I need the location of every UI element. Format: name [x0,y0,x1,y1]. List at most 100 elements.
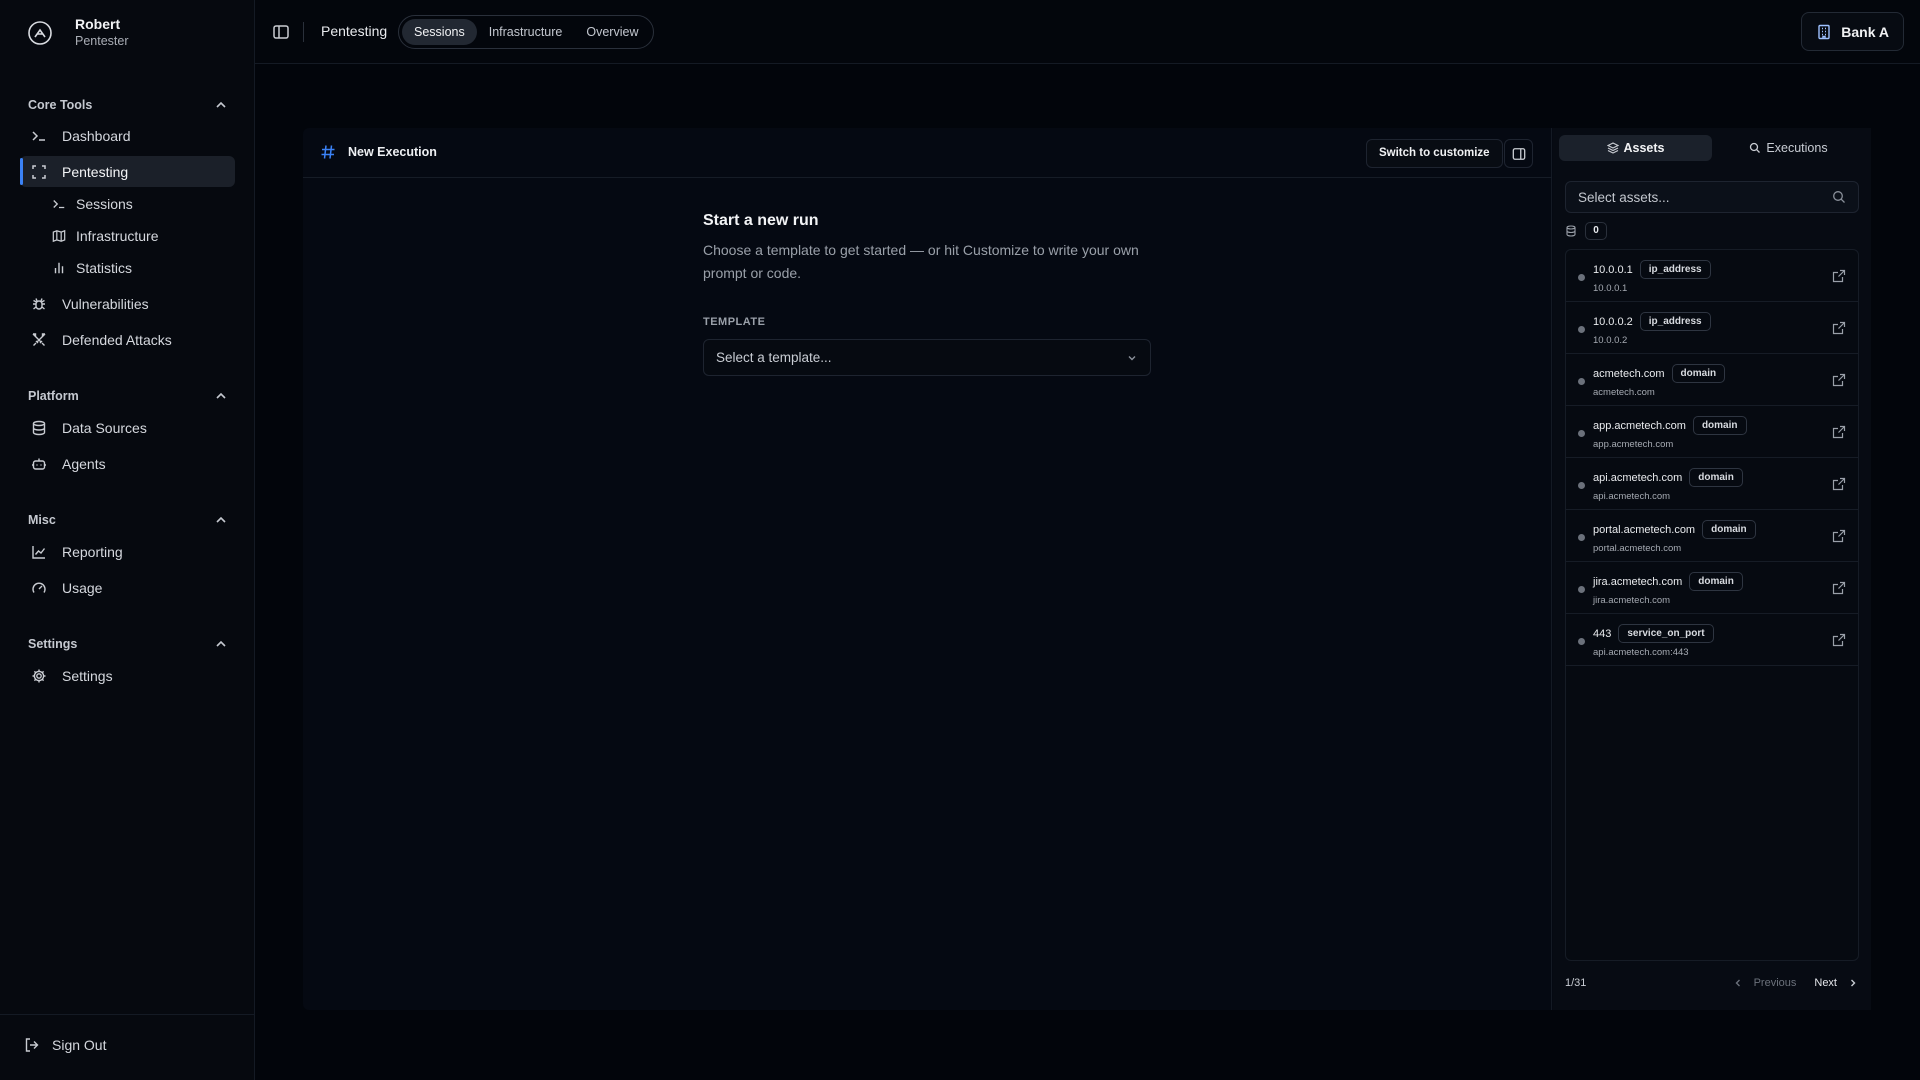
sidebar-item-pentesting[interactable]: Pentesting [20,156,235,187]
external-link-icon[interactable] [1832,425,1846,439]
list-item[interactable]: jira.acmetech.com domain jira.acmetech.co… [1566,562,1858,614]
chevron-up-icon [214,513,228,527]
previous-page-button[interactable]: Previous [1732,977,1796,989]
section-title: Misc [28,513,56,527]
asset-name: app.acmetech.com [1593,419,1686,432]
sidebar: Robert Pentester Core Tools Dashboard Pe… [0,0,255,1080]
switch-to-customize-button[interactable]: Switch to customize [1366,139,1503,168]
user-name: Robert [75,16,121,32]
layers-icon [1606,142,1619,154]
external-link-icon[interactable] [1832,321,1846,335]
list-item[interactable]: api.acmetech.com domain api.acmetech.com [1566,458,1858,510]
divider [303,22,304,42]
start-run-intro: Start a new run Choose a template to get… [703,212,1163,285]
sidebar-item-vulnerabilities[interactable]: Vulnerabilities [20,288,235,319]
status-dot [1578,274,1585,281]
external-link-icon[interactable] [1832,373,1846,387]
database-icon [31,420,47,436]
asset-list: 10.0.0.1 ip_address 10.0.0.1 10.0.0.2 ip_a… [1565,249,1859,961]
section-misc[interactable]: Misc [28,510,228,530]
divider [0,1014,255,1015]
asset-value: api.acmetech.com:443 [1593,647,1689,658]
sidebar-item-data-sources[interactable]: Data Sources [20,412,235,443]
tab-overview[interactable]: Overview [574,19,650,45]
tab-infrastructure[interactable]: Infrastructure [477,19,575,45]
status-dot [1578,378,1585,385]
external-link-icon[interactable] [1832,633,1846,647]
asset-name: portal.acmetech.com [1593,523,1696,536]
asset-name: api.acmetech.com [1593,471,1683,484]
external-link-icon[interactable] [1832,477,1846,491]
list-item[interactable]: portal.acmetech.com domain portal.acmetec… [1566,510,1858,562]
search-icon [1749,142,1761,154]
asset-value: 10.0.0.2 [1593,335,1628,346]
list-item[interactable]: app.acmetech.com domain app.acmetech.com [1566,406,1858,458]
panel-right-icon [1512,147,1526,161]
list-item[interactable]: 443 service_on_port api.acmetech.com:443 [1566,614,1858,666]
hash-icon [320,144,336,160]
chevron-down-icon [1126,352,1138,364]
tab-sessions[interactable]: Sessions [402,19,477,45]
chevron-right-icon [1847,977,1859,989]
asset-value: jira.acmetech.com [1593,595,1671,606]
asset-name: jira.acmetech.com [1593,575,1683,588]
sign-out-label: Sign Out [52,1037,107,1053]
asset-type-badge: domain [1692,416,1747,435]
section-title: Platform [28,389,79,403]
start-run-description: Choose a template to get started — or hi… [703,242,1139,281]
external-link-icon[interactable] [1832,581,1846,595]
asset-type-badge: service_on_port [1618,624,1714,643]
template-placeholder: Select a template... [716,350,832,365]
log-out-icon [24,1037,40,1053]
organization-switcher[interactable]: Bank A [1801,12,1904,51]
chevron-left-icon [1732,977,1744,989]
tab-assets[interactable]: Assets [1559,135,1712,161]
section-platform[interactable]: Platform [28,386,228,406]
sidebar-item-label: Data Sources [62,419,147,436]
template-select[interactable]: Select a template... [703,339,1151,376]
pagination: 1/31 Previous Next [1565,974,1859,992]
sidebar-item-settings[interactable]: Settings [20,660,235,691]
line-chart-icon [31,544,47,560]
sidebar-item-usage[interactable]: Usage [20,572,235,603]
asset-search-input[interactable] [1578,189,1832,205]
asset-type-badge: ip_address [1639,260,1711,279]
asset-name: 10.0.0.1 [1593,263,1633,276]
sidebar-item-dashboard[interactable]: Dashboard [20,120,235,151]
sidebar-item-reporting[interactable]: Reporting [20,536,235,567]
external-link-icon[interactable] [1832,529,1846,543]
list-item[interactable]: acmetech.com domain acmetech.com [1566,354,1858,406]
asset-search-field [1565,181,1859,213]
sidebar-item-sessions[interactable]: Sessions [42,188,232,219]
gear-icon [31,668,47,684]
page-indicator: 1/31 [1565,977,1587,989]
toggle-sidebar-button[interactable] [272,23,290,41]
sidebar-item-agents[interactable]: Agents [20,448,235,479]
section-settings[interactable]: Settings [28,634,228,654]
sidebar-item-infrastructure[interactable]: Infrastructure [42,220,232,251]
execution-panel: New Execution Switch to customize Start … [303,128,1871,1010]
sidebar-item-defended-attacks[interactable]: Defended Attacks [20,324,235,355]
asset-value: app.acmetech.com [1593,439,1674,450]
list-item[interactable]: 10.0.0.1 ip_address 10.0.0.1 [1566,250,1858,302]
chevron-up-icon [214,637,228,651]
sidebar-item-label: Statistics [76,259,133,276]
next-page-button[interactable]: Next [1814,977,1859,989]
chevron-up-icon [214,389,228,403]
tab-executions[interactable]: Executions [1712,135,1865,161]
toggle-panel-button[interactable] [1504,139,1533,168]
organization-name: Bank A [1841,23,1889,40]
status-dot [1578,586,1585,593]
count-badge: 0 [1585,222,1607,240]
external-link-icon[interactable] [1832,269,1846,283]
swords-icon [31,332,47,348]
section-core-tools[interactable]: Core Tools [28,95,228,115]
sidebar-item-statistics[interactable]: Statistics [42,252,232,283]
avatar-icon [27,20,53,46]
execution-header: New Execution Switch to customize [303,128,1552,178]
sidebar-item-label: Sessions [76,195,133,212]
user-profile[interactable]: Robert Pentester [27,16,129,50]
asset-value: acmetech.com [1593,387,1655,398]
list-item[interactable]: 10.0.0.2 ip_address 10.0.0.2 [1566,302,1858,354]
sign-out-button[interactable]: Sign Out [24,1037,106,1053]
